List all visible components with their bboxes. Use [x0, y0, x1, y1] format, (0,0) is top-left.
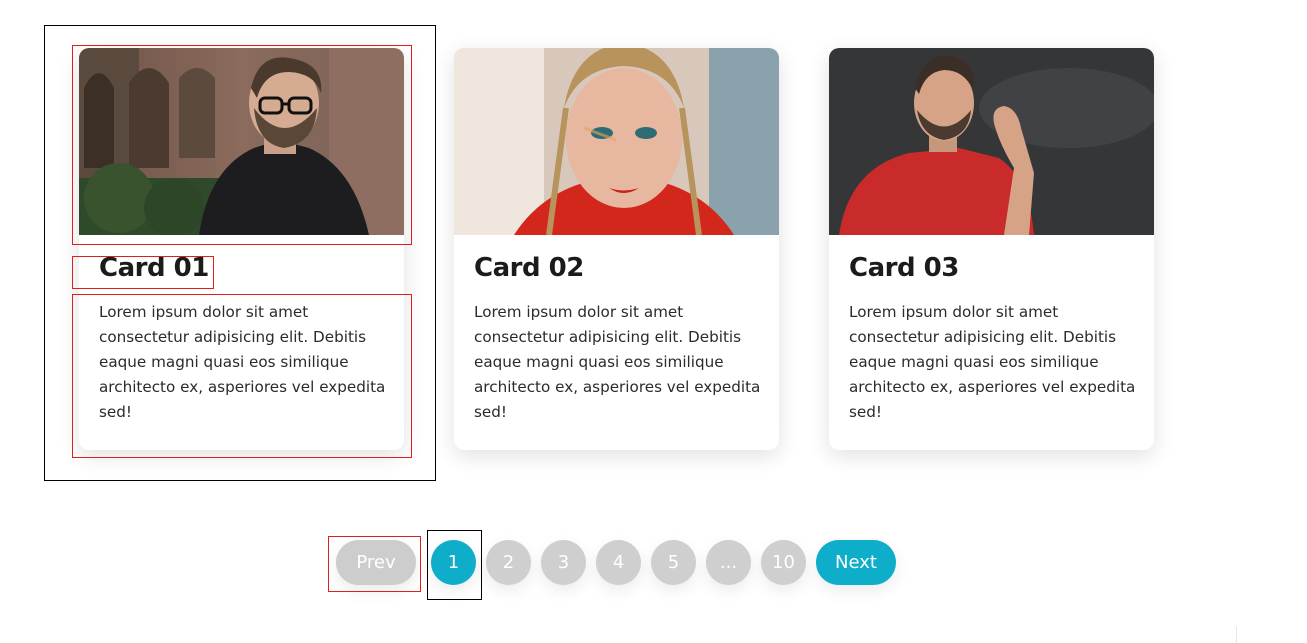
ellipsis-button[interactable]: ... [706, 540, 751, 585]
page-5-button[interactable]: 5 [651, 540, 696, 585]
next-button[interactable]: Next [816, 540, 896, 585]
card-image [829, 48, 1154, 235]
man-with-glasses-photo [79, 48, 404, 235]
page-4-button[interactable]: 4 [596, 540, 641, 585]
page-2-button[interactable]: 2 [486, 540, 531, 585]
card-02[interactable]: Card 02 Lorem ipsum dolor sit amet conse… [454, 48, 779, 450]
man-listening-photo [829, 48, 1154, 235]
card-01[interactable]: Card 01 Lorem ipsum dolor sit amet conse… [79, 48, 404, 450]
page-1-button[interactable]: 1 [431, 540, 476, 585]
page: Card 01 Lorem ipsum dolor sit amet conse… [0, 0, 1307, 643]
card-image [79, 48, 404, 235]
card-text: Lorem ipsum dolor sit amet consectetur a… [474, 303, 761, 421]
card-title: Card 02 [474, 253, 584, 283]
woman-red-shirt-photo [454, 48, 779, 235]
page-3-button[interactable]: 3 [541, 540, 586, 585]
card-title: Card 03 [849, 253, 959, 283]
divider [1236, 626, 1237, 643]
card-title: Card 01 [99, 253, 209, 283]
card-image [454, 48, 779, 235]
card-03[interactable]: Card 03 Lorem ipsum dolor sit amet conse… [829, 48, 1154, 450]
page-10-button[interactable]: 10 [761, 540, 806, 585]
prev-button[interactable]: Prev [336, 540, 416, 585]
card-text: Lorem ipsum dolor sit amet consectetur a… [849, 303, 1136, 421]
card-text: Lorem ipsum dolor sit amet consectetur a… [99, 303, 386, 421]
